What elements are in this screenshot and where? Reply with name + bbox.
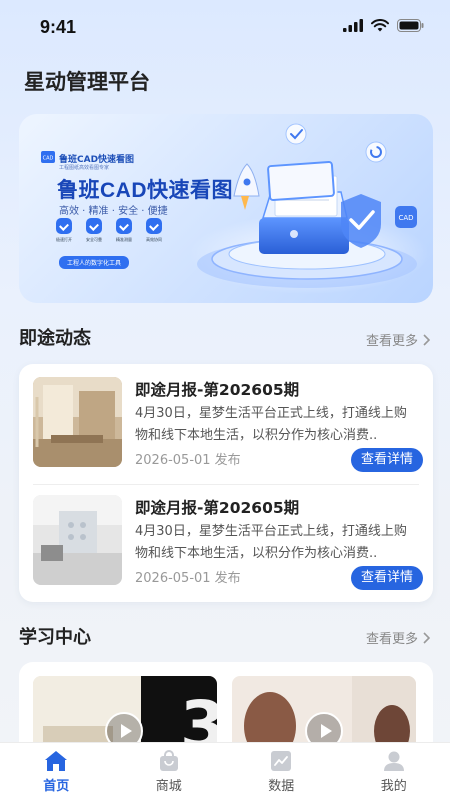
bottom-tab-bar: 首页 商城 数据 我的 — [0, 742, 450, 800]
divider — [33, 484, 419, 485]
cad-logo-icon: CAD — [41, 151, 55, 163]
check-badge-icon — [86, 218, 102, 234]
news-thumbnail — [33, 377, 122, 467]
news-card: 即途月报-第202605期 4月30日，星梦生活平台正式上线，打通线上购物和线下… — [19, 364, 433, 602]
banner-feature: 极速打开 — [53, 218, 75, 243]
promo-banner[interactable]: CAD CAD 鲁班CAD快速看图 工程图纸高效看图专家 鲁班CAD快速看图 高… — [19, 114, 433, 303]
learning-section-title: 学习中心 — [19, 627, 91, 648]
learning-more-label: 查看更多 — [365, 632, 418, 647]
tab-label: 首页 — [43, 779, 70, 794]
banner-brand-sub: 工程图纸高效看图专家 — [59, 165, 110, 171]
tab-shop[interactable]: 商城 — [113, 743, 226, 800]
user-icon — [383, 751, 404, 771]
shop-bag-icon — [159, 750, 178, 771]
banner-pill: 工程人的数字化工具 — [59, 256, 130, 269]
news-title: 即途月报-第202605期 — [135, 499, 300, 517]
learning-more-link[interactable]: 查看更多 — [366, 628, 430, 647]
tab-label: 我的 — [380, 779, 407, 794]
tab-label: 数据 — [268, 779, 295, 794]
wifi-icon — [371, 19, 389, 32]
banner-features: 极速打开 安全可靠 精准测量 高效协同 — [53, 218, 165, 243]
banner-feature: 安全可靠 — [83, 218, 105, 243]
news-section-title: 即途动态 — [19, 328, 91, 349]
status-time: 9:41 — [40, 17, 77, 37]
chevron-right-icon — [423, 631, 430, 644]
view-details-button[interactable]: 查看详情 — [351, 566, 423, 590]
svg-text:CAD: CAD — [43, 156, 54, 162]
tab-home[interactable]: 首页 — [0, 743, 113, 800]
banner-subtitle: 高效 · 精准 · 安全 · 便捷 — [59, 206, 168, 217]
news-item[interactable]: 即途月报-第202605期 4月30日，星梦生活平台正式上线，打通线上购物和线下… — [33, 495, 423, 590]
banner-cad-badge: CAD — [398, 214, 413, 222]
view-details-button[interactable]: 查看详情 — [351, 448, 423, 472]
chart-icon — [271, 751, 292, 771]
signal-icon — [343, 19, 363, 32]
tab-label: 商城 — [155, 779, 182, 794]
chevron-right-icon — [423, 333, 430, 346]
news-date: 2026-05-01 发布 — [135, 453, 241, 468]
page-title: 星动管理平台 — [24, 70, 150, 94]
check-badge-icon — [146, 218, 162, 234]
battery-icon — [397, 19, 424, 32]
news-item[interactable]: 即途月报-第202605期 4月30日，星梦生活平台正式上线，打通线上购物和线下… — [33, 377, 423, 472]
news-more-label: 查看更多 — [365, 334, 418, 349]
status-bar: 9:41 — [0, 0, 450, 56]
news-title: 即途月报-第202605期 — [135, 381, 300, 399]
banner-feature: 精准测量 — [113, 218, 135, 243]
check-badge-icon — [56, 218, 72, 234]
banner-feature: 高效协同 — [143, 218, 165, 243]
news-thumbnail — [33, 495, 122, 585]
news-desc: 4月30日，星梦生活平台正式上线，打通线上购物和线下本地生活，以积分作为核心消费… — [135, 406, 407, 443]
tab-profile[interactable]: 我的 — [338, 743, 450, 800]
tab-data[interactable]: 数据 — [225, 743, 338, 800]
news-desc: 4月30日，星梦生活平台正式上线，打通线上购物和线下本地生活，以积分作为核心消费… — [135, 524, 407, 561]
home-icon — [45, 751, 68, 771]
check-badge-icon — [116, 218, 132, 234]
news-date: 2026-05-01 发布 — [135, 571, 241, 586]
news-more-link[interactable]: 查看更多 — [366, 330, 430, 349]
status-icons — [343, 19, 424, 32]
banner-title: 鲁班CAD快速看图 — [57, 179, 233, 202]
